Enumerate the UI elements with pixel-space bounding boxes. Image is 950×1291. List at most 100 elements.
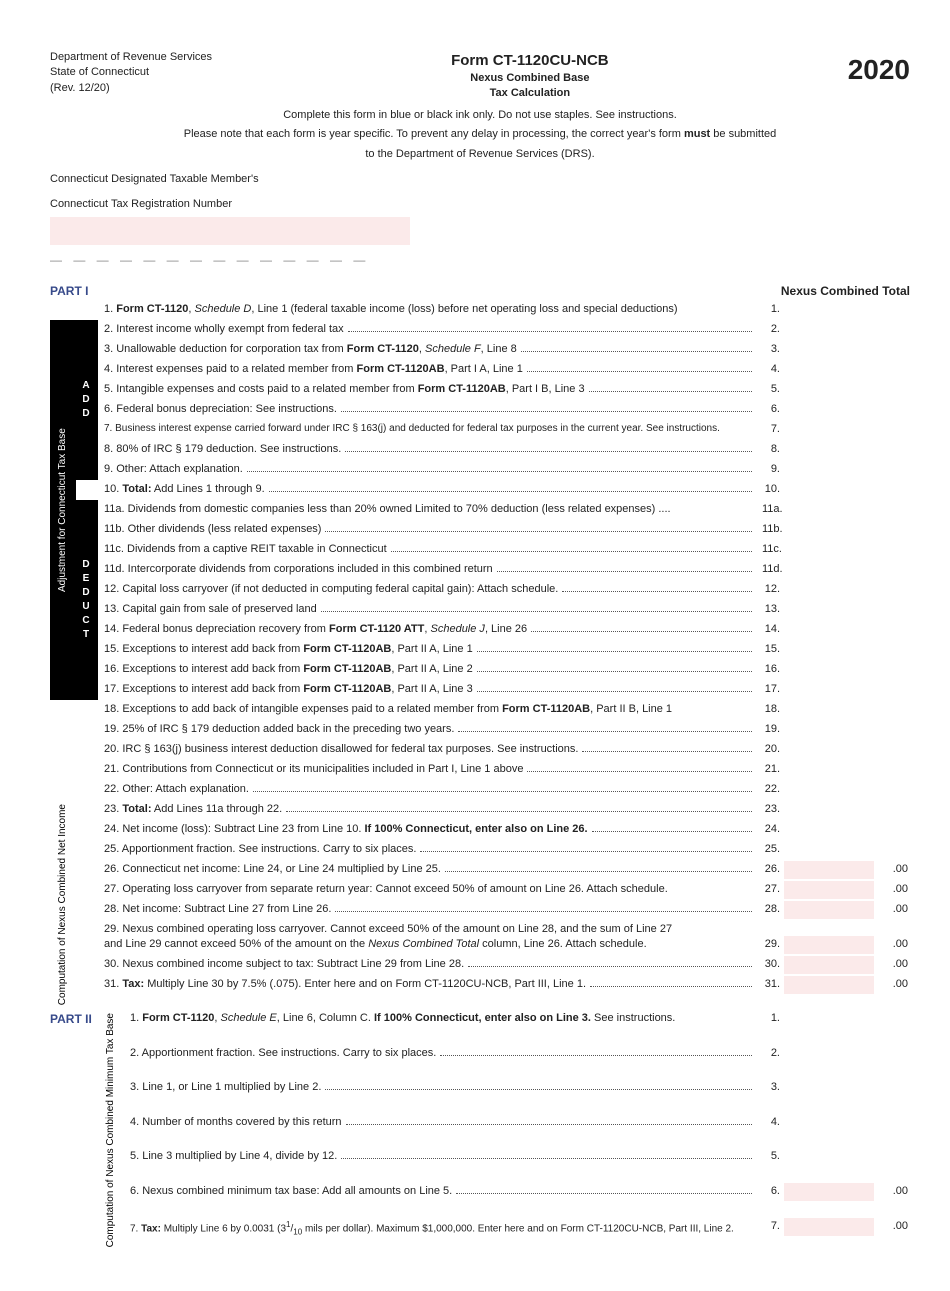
p2-line1: 1. Form CT-1120, Schedule E, Line 6, Col… [124, 1009, 758, 1029]
state-name: State of Connecticut [50, 65, 212, 80]
p2-line7-amount[interactable] [784, 1218, 874, 1236]
p1-line29-num: 29. [758, 935, 784, 954]
p1-line9: 9. Other: Attach explanation. [98, 460, 758, 480]
registration-number-input[interactable] [50, 217, 410, 245]
p1-line18: 18. Exceptions to add back of intangible… [98, 700, 758, 720]
p1-line10: 10. Total: Add Lines 1 through 9. [98, 480, 758, 500]
p1-line9-num: 9. [758, 460, 784, 480]
member-label-2: Connecticut Tax Registration Number [50, 197, 910, 212]
p1-line28: 28. Net income: Subtract Line 27 from Li… [98, 900, 758, 920]
p2-line6-num: 6. [758, 1182, 784, 1217]
p1-line5-num: 5. [758, 380, 784, 400]
instruction-3: to the Department of Revenue Services (D… [50, 147, 910, 162]
p1-line19: 19. 25% of IRC § 179 deduction added bac… [98, 720, 758, 740]
p1-line16-num: 16. [758, 660, 784, 680]
p1-line17: 17. Exceptions to interest add back from… [98, 680, 758, 700]
p1-line7-num: 7. [758, 420, 784, 440]
p2-line2-num: 2. [758, 1044, 784, 1079]
p1-line24: 24. Net income (loss): Subtract Line 23 … [98, 820, 758, 840]
p2-line7-num: 7. [758, 1217, 784, 1252]
p2-line3-num: 3. [758, 1078, 784, 1113]
p2-line4: 4. Number of months covered by this retu… [124, 1113, 758, 1133]
p1-line4-num: 4. [758, 360, 784, 380]
p1-line14: 14. Federal bonus depreciation recovery … [98, 620, 758, 640]
form-subtitle-2: Tax Calculation [212, 86, 848, 101]
dept-name: Department of Revenue Services [50, 50, 212, 65]
p2-line1-num: 1. [758, 1009, 784, 1044]
side-comp-min: Computation of Nexus Combined Minimum Ta… [98, 1009, 124, 1251]
instruction-2: Please note that each form is year speci… [50, 127, 910, 142]
p2-line5: 5. Line 3 multiplied by Line 4, divide b… [124, 1147, 758, 1167]
instr2c: be submitted [710, 128, 776, 140]
p2-line7: 7. Tax: Multiply Line 6 by 0.0031 (31/10… [124, 1217, 758, 1237]
p1-line13-num: 13. [758, 600, 784, 620]
p1-line23-num: 23. [758, 800, 784, 820]
p1-line23: 23. Total: Add Lines 11a through 22. [98, 800, 758, 820]
header-left: Department of Revenue Services State of … [50, 50, 212, 96]
p1-line30-amount[interactable] [784, 956, 874, 974]
p2-line3: 3. Line 1, or Line 1 multiplied by Line … [124, 1078, 758, 1098]
p1-line17-num: 17. [758, 680, 784, 700]
p1-line11b: 11b. Other dividends (less related expen… [98, 520, 758, 540]
tax-year: 2020 [848, 50, 910, 89]
p1-line28-amount[interactable] [784, 901, 874, 919]
p1-line10-num: 10. [758, 480, 784, 500]
p2-line6-cents: .00 [874, 1182, 910, 1217]
p2-line5-num: 5. [758, 1147, 784, 1182]
p1-line22-num: 22. [758, 780, 784, 800]
p1-line11b-num: 11b. [758, 520, 784, 540]
p1-line26: 26. Connecticut net income: Line 24, or … [98, 860, 758, 880]
p1-line3: 3. Unallowable deduction for corporation… [98, 340, 758, 360]
p1-line27-cents: .00 [874, 880, 910, 900]
part2-label: PART II [50, 1009, 98, 1028]
p1-line7: 7. Business interest expense carried for… [98, 420, 758, 440]
p1-line14-num: 14. [758, 620, 784, 640]
revision: (Rev. 12/20) [50, 81, 212, 96]
p1-line2-num: 2. [758, 320, 784, 340]
p1-line31-amount[interactable] [784, 976, 874, 994]
p1-line11a: 11a. Dividends from domestic companies l… [98, 500, 758, 520]
p1-line31: 31. Tax: Multiply Line 30 by 7.5% (.075)… [98, 975, 758, 995]
side-adjustment: Adjustment for Connecticut Tax Base [50, 320, 76, 700]
side-add: ADD [76, 320, 98, 480]
p1-line12-num: 12. [758, 580, 784, 600]
p1-line11c-num: 11c. [758, 540, 784, 560]
p1-line4: 4. Interest expenses paid to a related m… [98, 360, 758, 380]
p1-line28-num: 28. [758, 900, 784, 920]
p1-line20: 20. IRC § 163(j) business interest deduc… [98, 740, 758, 760]
p1-line11c: 11c. Dividends from a captive REIT taxab… [98, 540, 758, 560]
p1-line18-num: 18. [758, 700, 784, 720]
p2-line6-amount[interactable] [784, 1183, 874, 1201]
p1-line31-cents: .00 [874, 975, 910, 995]
header-center: Form CT-1120CU-NCB Nexus Combined Base T… [212, 50, 848, 102]
form-subtitle-1: Nexus Combined Base [212, 71, 848, 86]
p1-line27-amount[interactable] [784, 881, 874, 899]
side-deduct: DEDUCT [76, 500, 98, 700]
p1-line20-num: 20. [758, 740, 784, 760]
p1-line27-num: 27. [758, 880, 784, 900]
p1-line5: 5. Intangible expenses and costs paid to… [98, 380, 758, 400]
p1-line26-cents: .00 [874, 860, 910, 880]
p1-line26-amount[interactable] [784, 861, 874, 879]
p1-line15: 15. Exceptions to interest add back from… [98, 640, 758, 660]
p1-line29: 29. Nexus combined operating loss carryo… [98, 920, 758, 955]
p1-line29-cents: .00 [874, 935, 910, 954]
side-comp-net: Computation of Nexus Combined Net Income [50, 800, 76, 1009]
part2-body: Computation of Nexus Combined Minimum Ta… [98, 1009, 910, 1251]
p1-line30-cents: .00 [874, 955, 910, 975]
instr2a: Please note that each form is year speci… [184, 128, 684, 140]
member-label-1: Connecticut Designated Taxable Member's [50, 172, 910, 187]
p1-line19-num: 19. [758, 720, 784, 740]
p2-line4-num: 4. [758, 1113, 784, 1148]
p1-line1: 1. Form CT-1120, Schedule D, Line 1 (fed… [98, 300, 758, 320]
p1-line25-num: 25. [758, 840, 784, 860]
p1-line31-num: 31. [758, 975, 784, 995]
reg-dashes: — — — — — — — — — — — — — — [50, 252, 910, 269]
form-body: 1. Form CT-1120, Schedule D, Line 1 (fed… [50, 300, 910, 1009]
p2-line7-cents: .00 [874, 1217, 910, 1252]
form-header: Department of Revenue Services State of … [50, 50, 910, 102]
p1-line29-amount[interactable] [784, 936, 874, 954]
p1-line6-num: 6. [758, 400, 784, 420]
p1-line28-cents: .00 [874, 900, 910, 920]
instruction-1: Complete this form in blue or black ink … [50, 108, 910, 123]
